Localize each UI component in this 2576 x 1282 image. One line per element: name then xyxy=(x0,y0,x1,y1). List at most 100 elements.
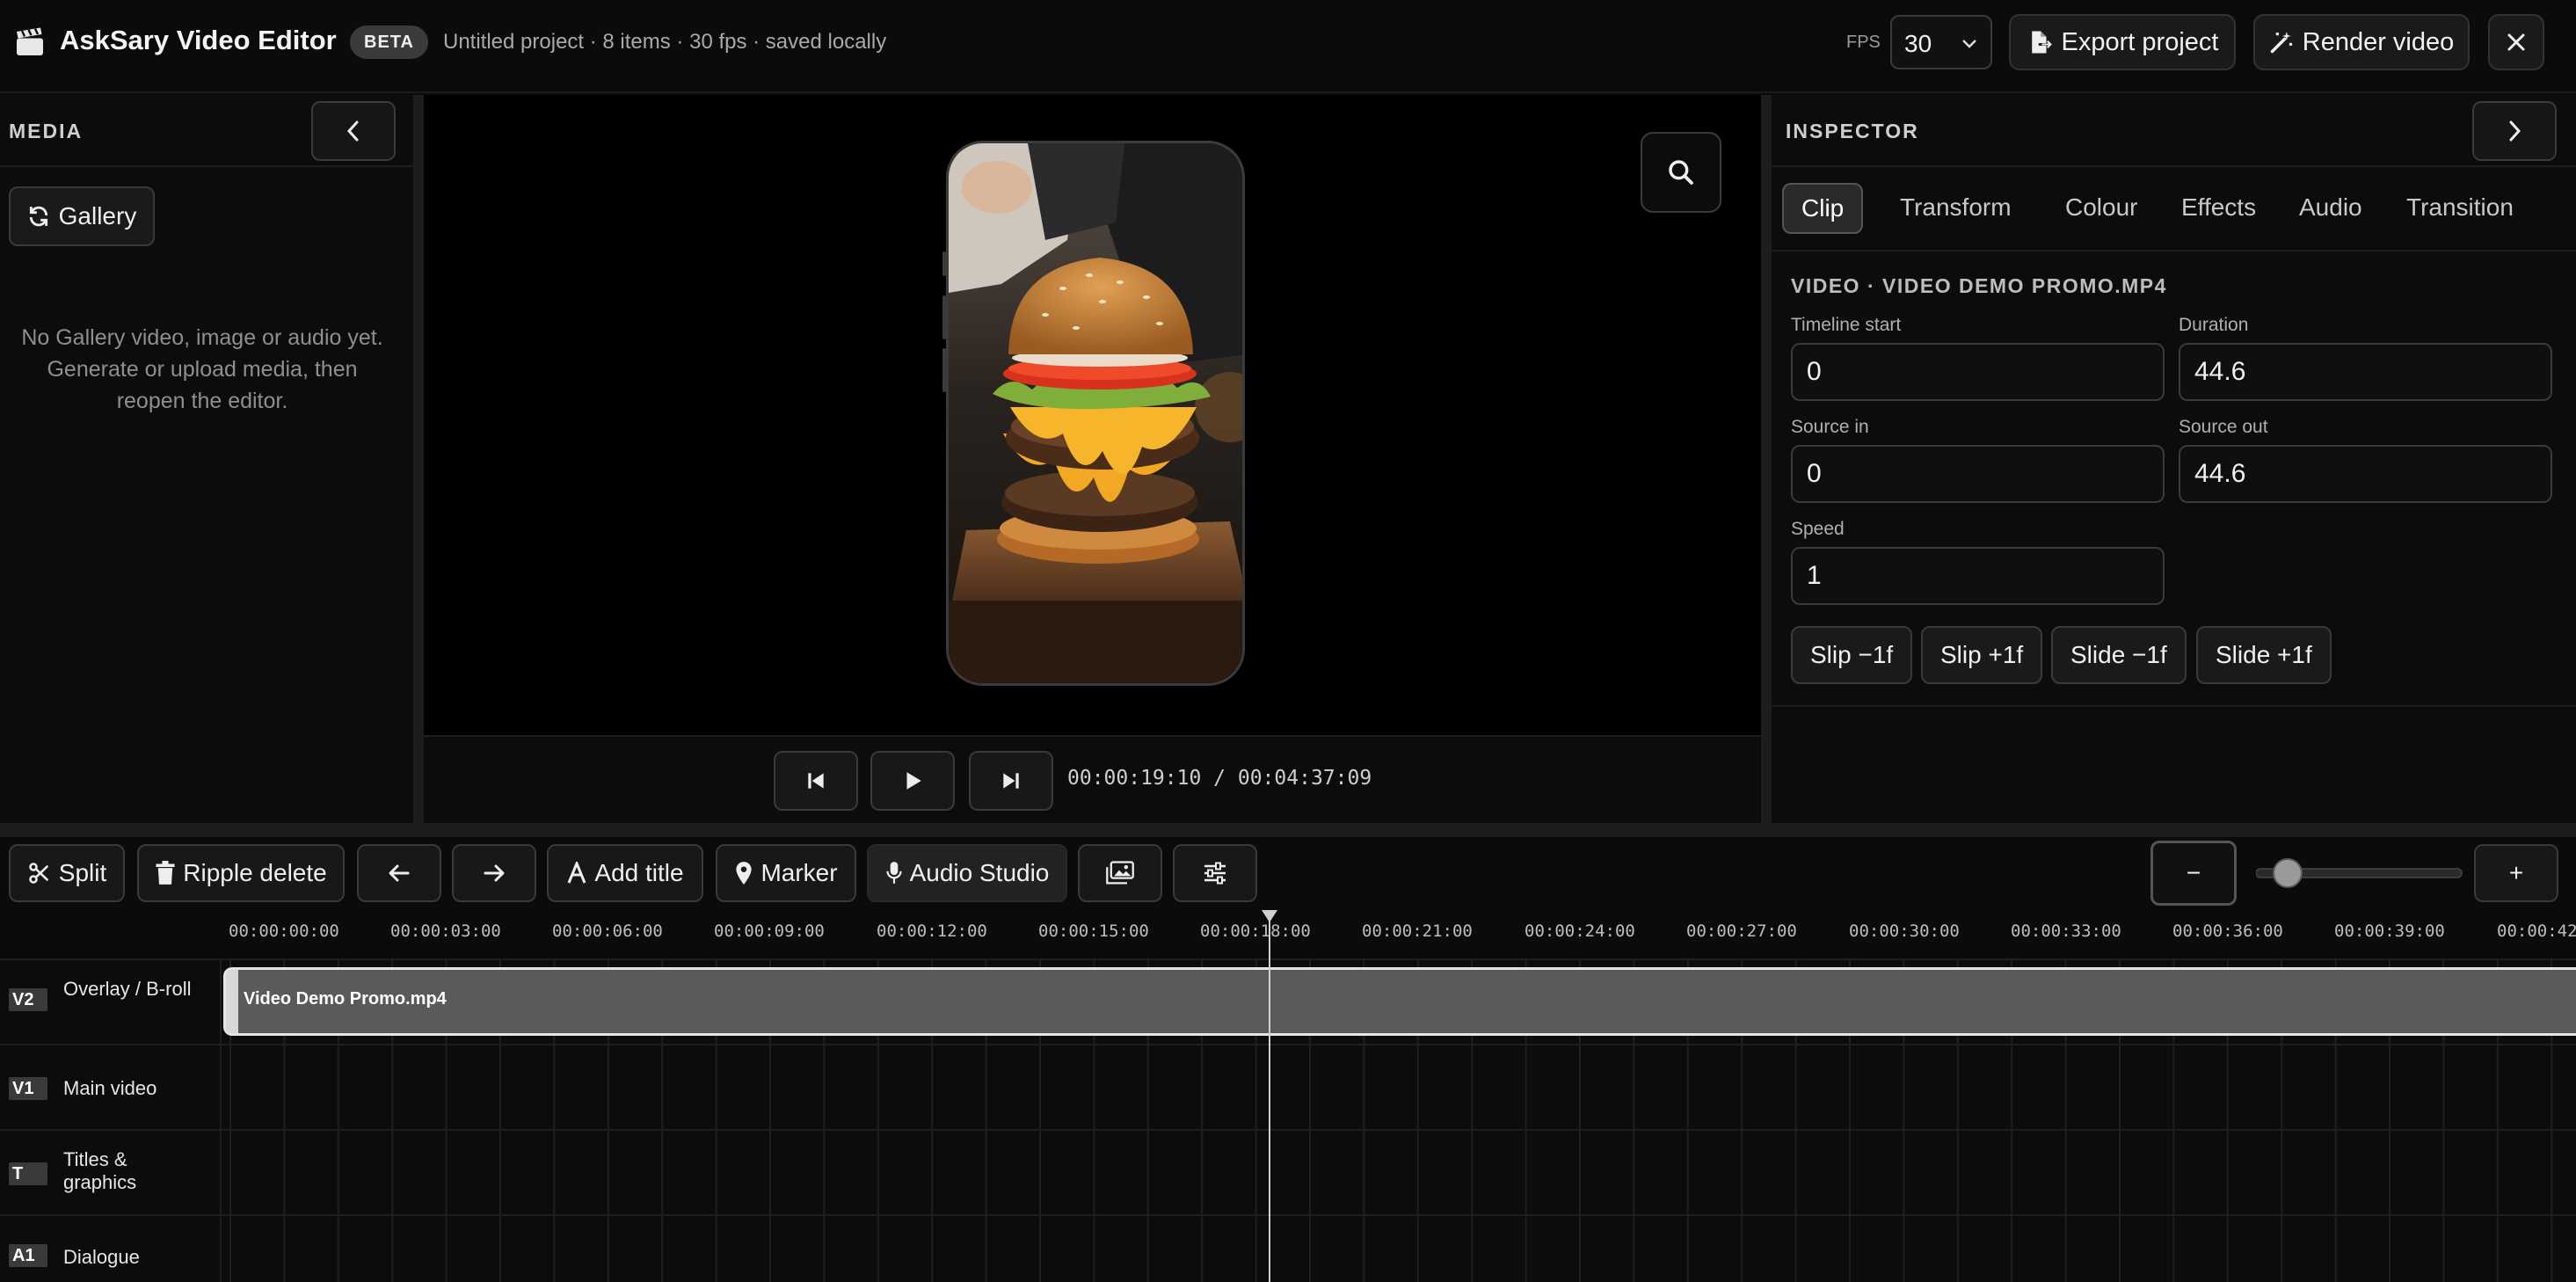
play-button[interactable] xyxy=(870,751,955,811)
track-header[interactable]: V2 Overlay / B-roll xyxy=(0,960,222,1044)
playhead-line[interactable] xyxy=(1269,920,1270,1282)
source-in-label: Source in xyxy=(1791,417,1869,437)
video-frame-burger xyxy=(949,143,1242,683)
ruler-tick: 00:00:27:00 xyxy=(1686,921,1797,941)
marker-label: Marker xyxy=(760,859,838,886)
nudge-left-button[interactable] xyxy=(357,844,441,902)
media-empty-state: No Gallery video, image or audio yet. Ge… xyxy=(18,322,387,417)
track-row-v2: V2 Overlay / B-roll Video Demo Promo.mp4 xyxy=(0,960,2576,1045)
slip-back-button[interactable]: Slip −1f xyxy=(1791,626,1913,684)
clip-label: Video Demo Promo.mp4 xyxy=(244,989,447,1009)
right-panel-resizer[interactable] xyxy=(1761,95,1772,823)
ruler-tick: 00:00:09:00 xyxy=(714,921,825,941)
export-project-button[interactable]: Export project xyxy=(2009,14,2236,70)
ruler-tick: 00:00:30:00 xyxy=(1849,921,1960,941)
zoom-in-button[interactable]: + xyxy=(2474,844,2558,902)
left-panel-resizer[interactable] xyxy=(413,95,424,823)
ruler-tick: 00:00:36:00 xyxy=(2172,921,2283,941)
inspector-panel: INSPECTOR Clip Transform Colour Effects … xyxy=(1772,95,2576,823)
duration-input[interactable]: 44.6 xyxy=(2179,343,2552,401)
skip-back-button[interactable] xyxy=(774,751,858,811)
slide-back-button[interactable]: Slide −1f xyxy=(2051,626,2187,684)
media-panel: MEDIA Gallery No Gallery video, image or… xyxy=(0,95,413,823)
tab-audio[interactable]: Audio xyxy=(2281,183,2380,234)
zoom-out-button[interactable]: − xyxy=(2150,841,2237,906)
timeline-resizer[interactable] xyxy=(0,823,2576,837)
gallery-refresh-button[interactable]: Gallery xyxy=(9,186,155,246)
refresh-icon xyxy=(29,206,47,227)
media-library-button[interactable] xyxy=(1078,844,1162,902)
timecode-display: 00:00:19:10 / 00:04:37:09 xyxy=(1067,767,1372,790)
track-header[interactable]: T Titles & graphics xyxy=(0,1131,222,1214)
timeline-settings-button[interactable] xyxy=(1173,844,1257,902)
slide-forward-button[interactable]: Slide +1f xyxy=(2196,626,2332,684)
tab-effects[interactable]: Effects xyxy=(2164,183,2274,234)
zoom-in-label: + xyxy=(2508,859,2524,886)
add-title-label: Add title xyxy=(594,859,684,886)
close-editor-button[interactable] xyxy=(2488,14,2544,70)
tab-transition[interactable]: Transition xyxy=(2389,183,2531,234)
nudge-right-button[interactable] xyxy=(452,844,536,902)
marker-button[interactable]: Marker xyxy=(716,844,856,902)
media-panel-title: MEDIA xyxy=(9,120,84,142)
media-panel-header: MEDIA xyxy=(0,95,413,167)
speed-label: Speed xyxy=(1791,519,1845,539)
arrow-left-icon xyxy=(389,864,410,882)
ruler-tick: 00:00:15:00 xyxy=(1038,921,1149,941)
tab-clip[interactable]: Clip xyxy=(1782,183,1864,234)
track-id-badge: T xyxy=(9,1162,47,1185)
timeline-zoom-slider[interactable] xyxy=(2256,849,2463,897)
preview-zoom-button[interactable] xyxy=(1641,132,1721,213)
speed-input[interactable]: 1 xyxy=(1791,547,2165,605)
clapperboard-icon xyxy=(17,27,43,55)
track-row-a1: A1 Dialogue xyxy=(0,1216,2576,1282)
timeline-start-input[interactable]: 0 xyxy=(1791,343,2165,401)
tab-colour[interactable]: Colour xyxy=(2048,183,2155,234)
phone-preview-frame[interactable] xyxy=(946,141,1245,686)
play-icon xyxy=(906,772,921,790)
inspector-tabs: Clip Transform Colour Effects Audio Tran… xyxy=(1780,183,2554,246)
project-meta: Untitled project · 8 items · 30 fps · sa… xyxy=(443,30,887,54)
track-header[interactable]: A1 Dialogue xyxy=(0,1216,222,1282)
chevron-left-icon xyxy=(346,120,359,142)
clip-trim-handle[interactable] xyxy=(226,970,238,1033)
inspector-title: INSPECTOR xyxy=(1786,120,1919,142)
divider xyxy=(1772,705,2576,707)
source-in-input[interactable]: 0 xyxy=(1791,445,2165,503)
ripple-delete-label: Ripple delete xyxy=(183,859,327,886)
skip-back-icon xyxy=(808,773,824,789)
fps-label: FPS xyxy=(1846,33,1881,52)
split-button[interactable]: Split xyxy=(9,844,125,902)
chevron-down-icon xyxy=(1962,40,1976,48)
tab-transform[interactable]: Transform xyxy=(1882,183,2029,234)
ripple-delete-button[interactable]: Ripple delete xyxy=(137,844,345,902)
audio-studio-button[interactable]: Audio Studio xyxy=(867,844,1067,902)
collapse-media-button[interactable] xyxy=(311,101,396,161)
timeline-clip[interactable]: Video Demo Promo.mp4 xyxy=(223,967,2576,1036)
fps-select[interactable]: 30 xyxy=(1890,15,1992,69)
timeline-toolbar: Split Ripple delete Add title Marker Aud… xyxy=(0,837,2576,907)
audio-studio-label: Audio Studio xyxy=(909,859,1050,886)
slip-forward-button[interactable]: Slip +1f xyxy=(1921,626,2043,684)
divider xyxy=(1772,250,2576,251)
render-video-button[interactable]: Render video xyxy=(2253,14,2470,70)
collapse-inspector-button[interactable] xyxy=(2472,101,2557,161)
transport-bar: 00:00:19:10 / 00:04:37:09 xyxy=(424,735,1761,823)
track-id-badge: V1 xyxy=(9,1077,47,1100)
timeline-ruler[interactable]: 00:00:00:00 00:00:03:00 00:00:06:00 00:0… xyxy=(0,907,2576,960)
preview-viewport xyxy=(424,95,1761,735)
trash-icon xyxy=(156,861,175,885)
track-row-v1: V1 Main video xyxy=(0,1045,2576,1131)
source-out-input[interactable]: 44.6 xyxy=(2179,445,2552,503)
app-title: AskSary Video Editor xyxy=(60,25,337,55)
skip-forward-button[interactable] xyxy=(969,751,1053,811)
track-id-badge: V2 xyxy=(9,988,47,1011)
ruler-tick: 00:00:03:00 xyxy=(390,921,501,941)
timeline-start-label: Timeline start xyxy=(1791,315,1902,335)
media-empty-line-2: Generate or upload media, then reopen th… xyxy=(47,357,358,413)
track-header[interactable]: V1 Main video xyxy=(0,1045,222,1129)
search-icon xyxy=(1669,160,1693,185)
add-title-button[interactable]: Add title xyxy=(547,844,703,902)
chevron-right-icon xyxy=(2509,120,2521,142)
magic-wand-icon xyxy=(2270,32,2292,54)
